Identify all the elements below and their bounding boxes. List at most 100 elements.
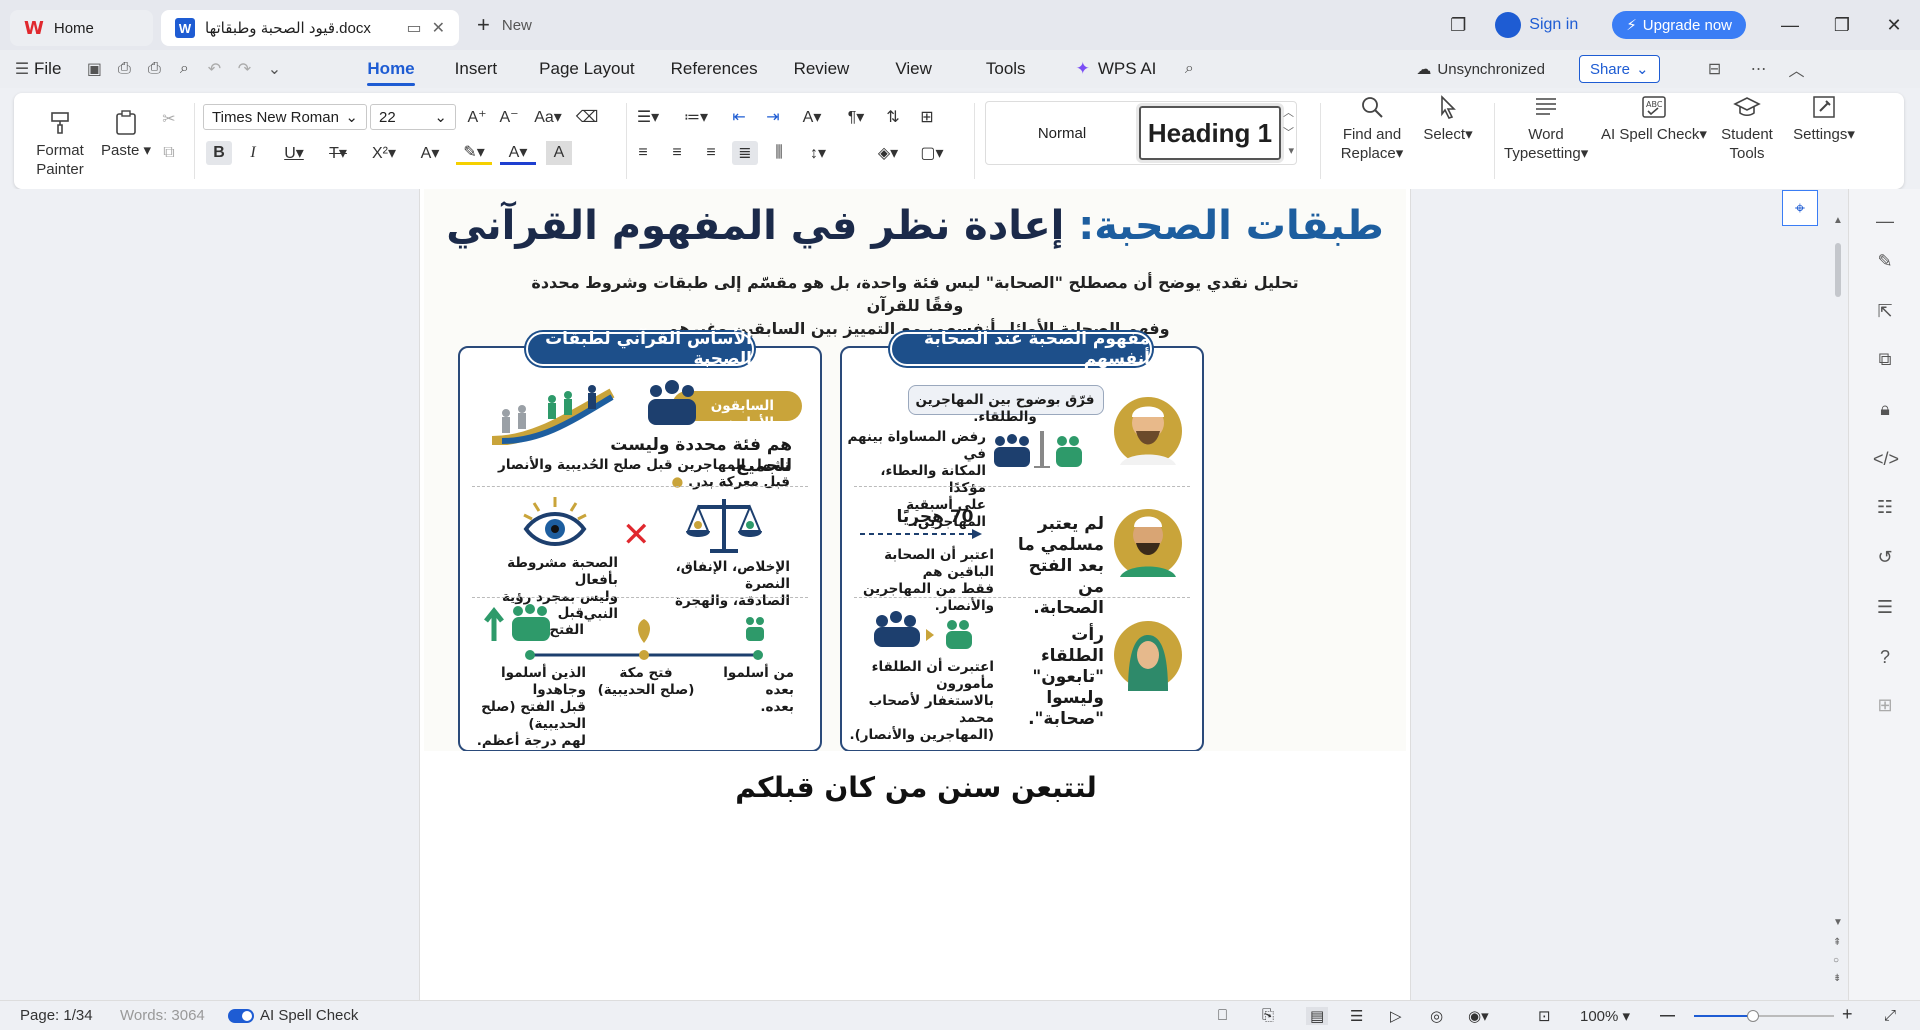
zoom-level[interactable]: 100% ▾ [1580, 1007, 1630, 1025]
sign-in-button[interactable]: Sign in [1495, 12, 1578, 38]
outline-view-icon[interactable]: ⎕ [1218, 1007, 1227, 1024]
scroll-up-icon[interactable]: ▲ [1833, 215, 1843, 226]
font-size-select[interactable]: 22 ⌄ [370, 104, 456, 130]
tab-document[interactable]: W قيود الصحبة وطبقاتها.docx ▭ ✕ [161, 10, 459, 46]
tab-page-layout[interactable]: Page Layout [539, 50, 634, 88]
styles-expand-icon[interactable]: ▾ [1288, 144, 1294, 157]
web-view-list-icon[interactable]: ☰ [1350, 1007, 1363, 1025]
clipboard-x-icon[interactable]: ⧉ [1873, 349, 1897, 373]
next-page-icon[interactable]: ⇟ [1833, 973, 1841, 984]
collapse-ribbon-icon[interactable]: ︿ [1782, 57, 1812, 81]
menu-file[interactable]: File [34, 50, 61, 88]
zoom-slider-thumb[interactable] [1746, 1010, 1759, 1022]
sync-status[interactable]: ☁ Unsynchronized [1416, 60, 1545, 79]
prev-page-icon[interactable]: ⇞ [1833, 937, 1841, 948]
justify-icon[interactable]: ≣ [732, 141, 758, 165]
zoom-out-button[interactable]: — [1660, 1007, 1675, 1024]
scrollbar-thumb[interactable] [1835, 243, 1841, 297]
settings-button[interactable]: Settings▾ [1784, 93, 1864, 144]
styles-scroll-down-icon[interactable]: ﹀ [1283, 124, 1294, 140]
shading-button[interactable]: ◈▾ [870, 141, 906, 165]
line-spacing-button[interactable]: ↕▾ [800, 141, 836, 165]
help-icon[interactable]: ? [1873, 647, 1897, 671]
tab-tools[interactable]: Tools [986, 50, 1026, 88]
print-preview-icon[interactable]: ⌕ [169, 60, 199, 78]
minimize-button[interactable]: — [1764, 0, 1816, 50]
change-case-icon[interactable]: Aa▾ [528, 105, 568, 129]
close-window-button[interactable]: ✕ [1868, 0, 1920, 50]
word-typesetting-button[interactable]: Word Typesetting▾ [1504, 93, 1588, 163]
save-icon[interactable]: ▣ [79, 59, 109, 79]
select-button[interactable]: Select▾ [1418, 93, 1478, 144]
font-name-select[interactable]: Times New Roman ⌄ [203, 104, 367, 130]
document-canvas[interactable]: H1 ⠿ لتتبعن سنن من كان قبلكم طبقات الصحب… [0, 189, 1848, 1000]
highlight-button[interactable]: ✎▾ [456, 141, 492, 165]
toggle-switch[interactable] [228, 1009, 254, 1024]
select-browse-icon[interactable]: ○ [1833, 955, 1839, 966]
hamburger-icon[interactable]: ☰ [10, 59, 34, 79]
chevron-down-icon[interactable]: ⌄ [259, 59, 289, 79]
redo-icon[interactable]: ↷ [229, 59, 259, 79]
scroll-down-icon[interactable]: ▼ [1833, 917, 1843, 928]
export-icon[interactable]: ⎙ [109, 60, 139, 78]
close-tab-icon[interactable]: ✕ [432, 18, 445, 38]
text-direction-button[interactable]: A▾ [794, 105, 830, 129]
more-icon[interactable]: ⋯ [1744, 59, 1774, 79]
undo-icon[interactable]: ↶ [199, 59, 229, 79]
distributed-icon[interactable]: ⫼ [766, 141, 792, 165]
tab-review[interactable]: Review [794, 50, 850, 88]
tab-wps-ai[interactable]: ✦ WPS AI [1076, 50, 1157, 88]
ai-spell-check-button[interactable]: ABC AI Spell Check▾ [1598, 93, 1710, 144]
search-icon[interactable]: ⌕ [1174, 60, 1204, 78]
table-grid-icon[interactable]: ⊞ [914, 105, 940, 129]
char-shading-button[interactable]: A [546, 141, 572, 165]
underline-button[interactable]: U▾ [276, 141, 312, 165]
italic-button[interactable]: I [240, 141, 266, 165]
fit-page-icon[interactable]: ⊡ [1538, 1007, 1551, 1025]
page-indicator[interactable]: Page: 1/34 [20, 1007, 93, 1024]
shrink-font-icon[interactable]: A⁻ [496, 105, 522, 129]
window-mode-icon[interactable]: ❐ [1443, 0, 1473, 50]
increase-indent-icon[interactable]: ⇥ [760, 105, 786, 129]
scissors-icon[interactable]: ✂ [156, 107, 182, 131]
zoom-in-button[interactable]: + [1842, 1004, 1853, 1025]
copy-icon[interactable]: ⧉ [156, 141, 182, 165]
paste-button[interactable]: Paste ▾ [98, 109, 154, 160]
sliders-icon[interactable]: ☷ [1873, 497, 1897, 521]
word-count[interactable]: Words: 3064 [120, 1007, 205, 1024]
tab-insert[interactable]: Insert [455, 50, 498, 88]
styles-scroll-up-icon[interactable]: ︿ [1283, 104, 1294, 120]
lock-icon[interactable]: 🔒︎ [1873, 399, 1897, 423]
tab-home-ribbon[interactable]: Home [367, 50, 415, 88]
pen-icon[interactable]: ✎ [1873, 251, 1897, 275]
borders-button[interactable]: ▢▾ [914, 141, 950, 165]
fullscreen-icon[interactable]: ⤢ [1884, 1007, 1896, 1024]
cursor-select-icon[interactable]: ⇱ [1873, 301, 1897, 325]
text-effect-button[interactable]: A▾ [412, 141, 448, 165]
decrease-indent-icon[interactable]: ⇤ [726, 105, 752, 129]
paragraph-mark-button[interactable]: ¶▾ [838, 105, 874, 129]
superscript-button[interactable]: X²▾ [364, 141, 404, 165]
export-pdf-icon[interactable]: ⎘ [1262, 1007, 1274, 1024]
numbering-button[interactable]: ≔▾ [678, 105, 714, 129]
eraser-icon[interactable]: ⌫ [574, 105, 600, 129]
layout-switch-icon[interactable]: ⊟ [1700, 59, 1730, 79]
share-button[interactable]: Share ⌄ [1578, 55, 1660, 83]
grow-font-icon[interactable]: A⁺ [464, 105, 490, 129]
find-replace-button[interactable]: Find and Replace▾ [1334, 93, 1410, 163]
font-color-button[interactable]: A▾ [500, 141, 536, 165]
upgrade-button[interactable]: ⚡ Upgrade now [1612, 11, 1746, 39]
restore-button[interactable]: ❐ [1816, 0, 1868, 50]
location-pin-icon[interactable]: ⌖ [1782, 190, 1818, 226]
tab-home[interactable]: W Home [10, 10, 153, 46]
tab-view[interactable]: View [895, 50, 932, 88]
align-center-icon[interactable]: ≡ [664, 141, 690, 165]
sort-icon[interactable]: ⇅ [880, 105, 906, 129]
history-icon[interactable]: ↺ [1873, 547, 1897, 571]
ai-spell-toggle[interactable]: AI Spell Check [228, 1007, 358, 1024]
infographic-image[interactable]: طبقات الصحبة: إعادة نظر في المفهوم القرآ… [424, 189, 1406, 751]
bold-button[interactable]: B [206, 141, 232, 165]
play-icon[interactable]: ▷ [1390, 1007, 1402, 1025]
eye-protection-icon[interactable]: ◉▾ [1468, 1007, 1489, 1025]
apps-grid-icon[interactable]: ⊞ [1873, 695, 1897, 719]
